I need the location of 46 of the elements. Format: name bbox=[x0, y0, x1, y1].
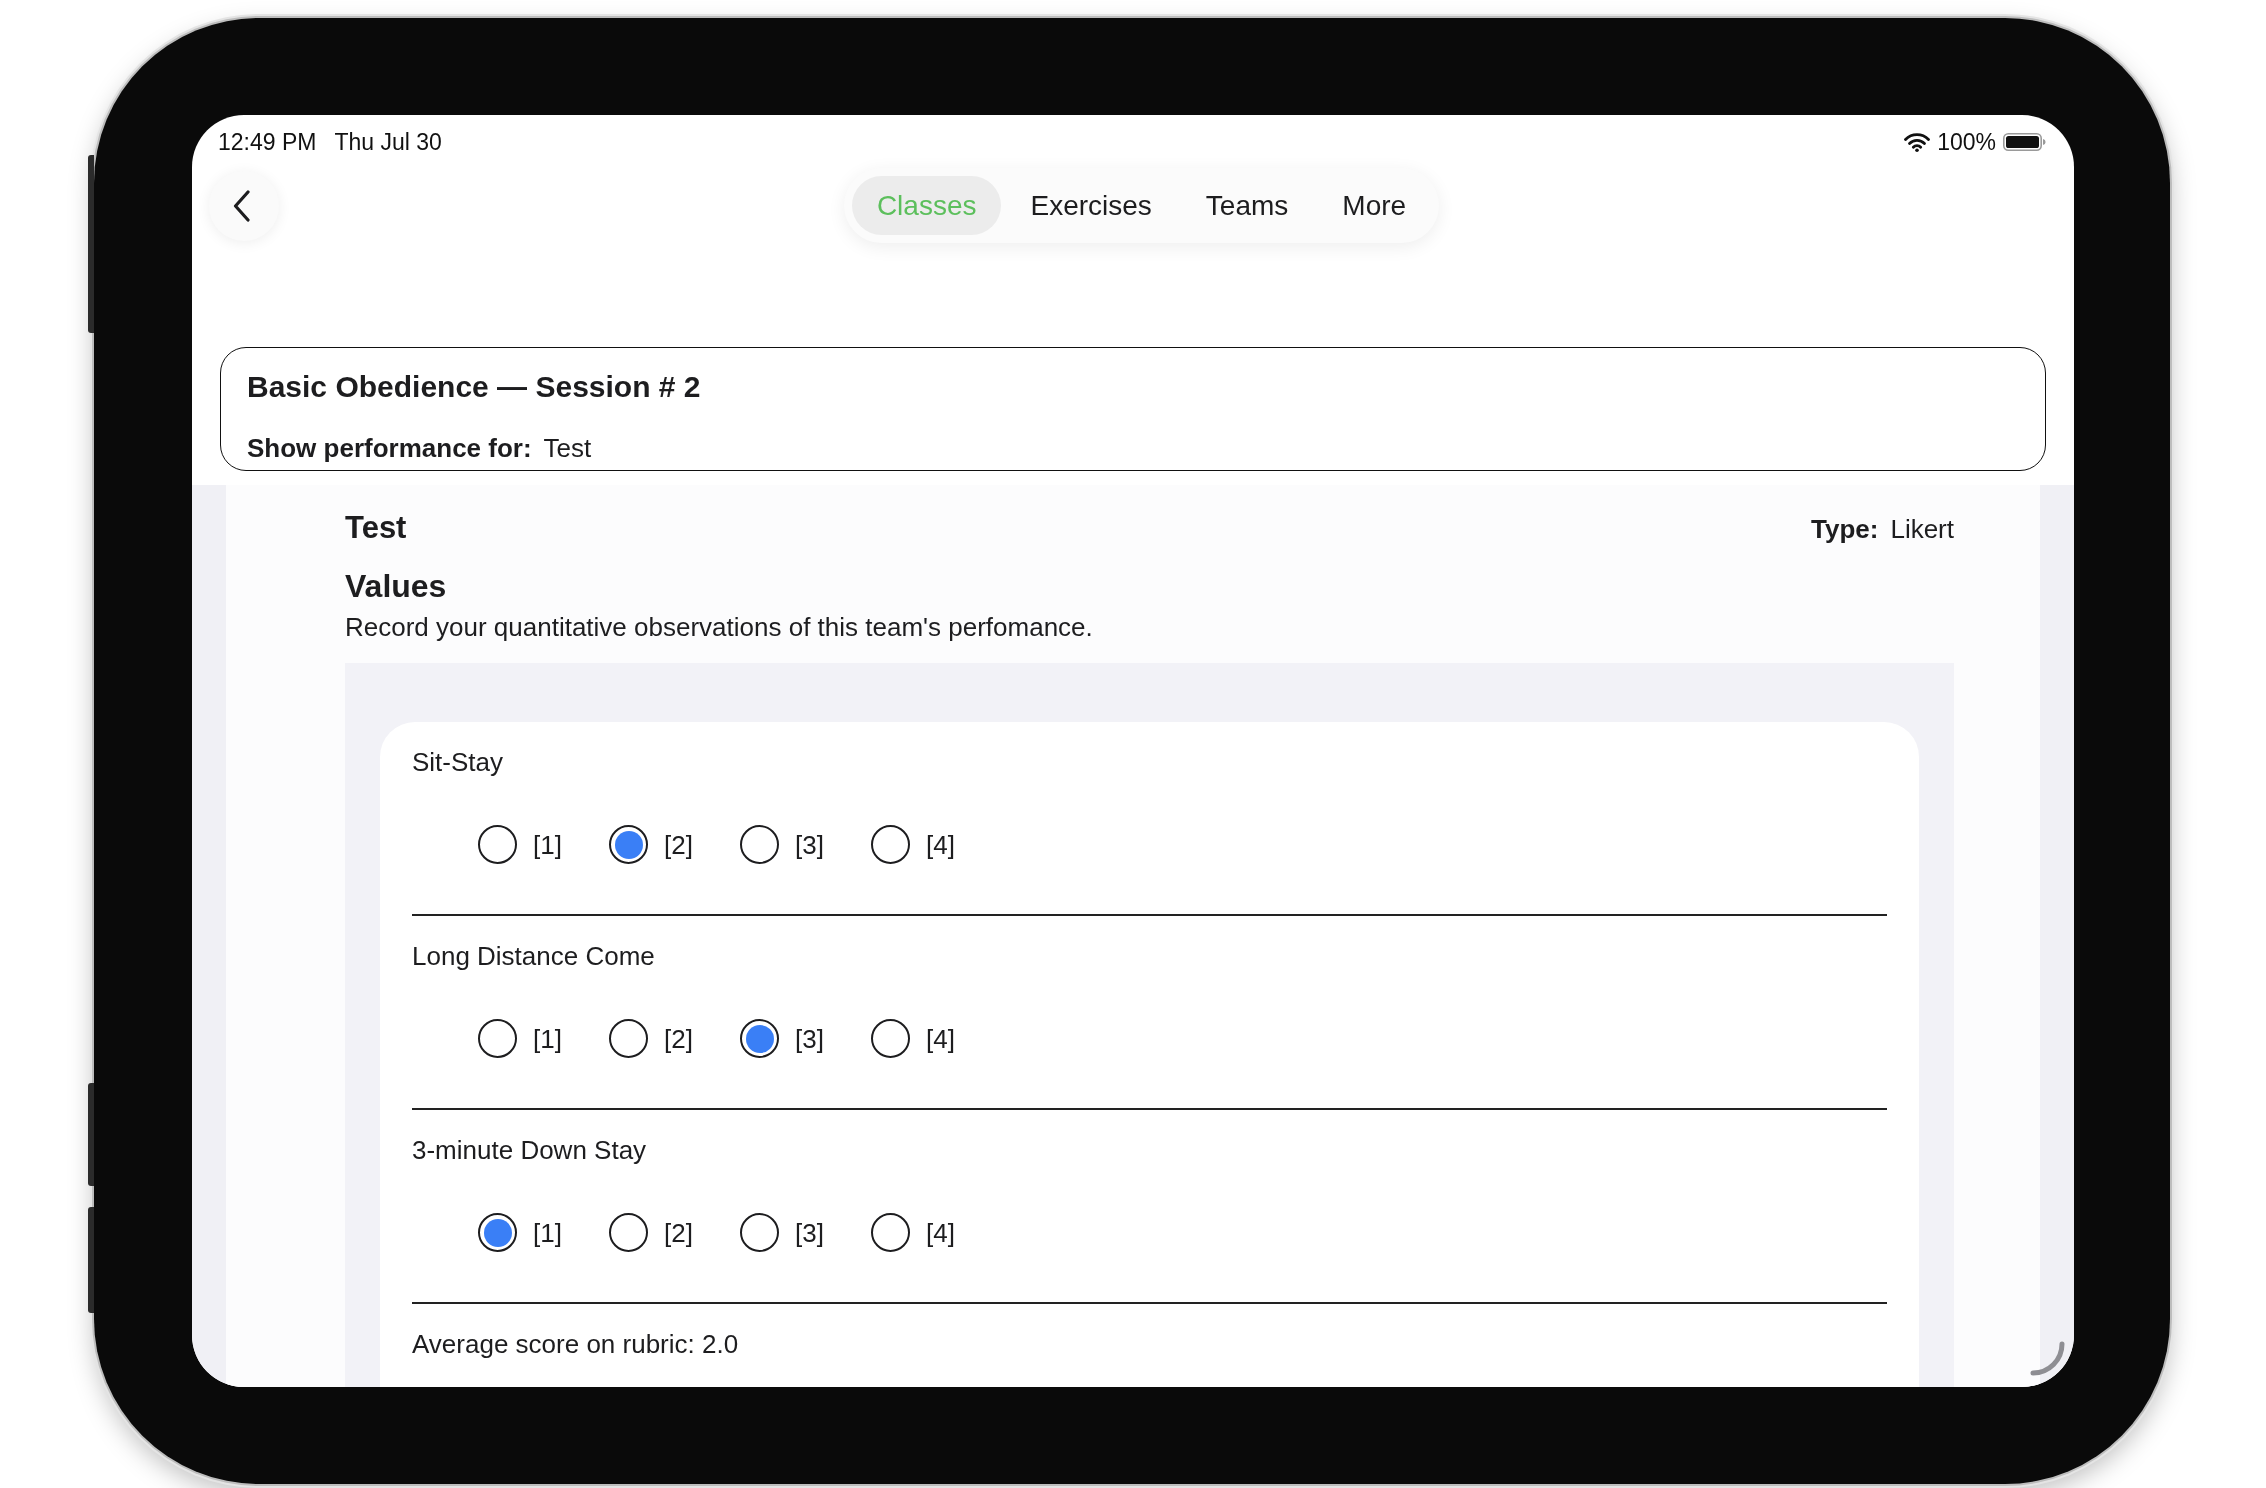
status-date: Thu Jul 30 bbox=[334, 129, 442, 155]
radio-button[interactable] bbox=[740, 1019, 779, 1058]
radio-button[interactable] bbox=[740, 1213, 779, 1252]
section-description: Record your quantitative observations of this team's perfomance. bbox=[345, 611, 1094, 643]
session-title: Basic Obedience — Session # 2 bbox=[247, 369, 702, 405]
type-value: Likert bbox=[1890, 513, 1954, 545]
criterion-label: 3-minute Down Stay bbox=[412, 1134, 648, 1166]
radio-button[interactable] bbox=[609, 1019, 648, 1058]
option-label[interactable]: [4] bbox=[926, 1022, 955, 1055]
option-label[interactable]: [3] bbox=[795, 828, 824, 861]
option-label[interactable]: [1] bbox=[533, 1022, 562, 1055]
option-label[interactable]: [1] bbox=[533, 1216, 562, 1249]
tab[interactable]: Exercises bbox=[1005, 176, 1177, 235]
wifi-icon bbox=[1904, 132, 1931, 152]
option-label[interactable]: [2] bbox=[664, 1022, 693, 1055]
option-label[interactable]: [4] bbox=[926, 1216, 955, 1249]
radio-button[interactable] bbox=[871, 825, 910, 864]
assessment-name: Test bbox=[345, 510, 407, 546]
battery-percent: 100% bbox=[1937, 129, 1996, 155]
radio-button[interactable] bbox=[871, 1019, 910, 1058]
option-label[interactable]: [3] bbox=[795, 1216, 824, 1249]
tab[interactable]: Teams bbox=[1180, 176, 1314, 235]
criterion-label: Long Distance Come bbox=[412, 940, 656, 972]
criterion-label: Sit-Stay bbox=[412, 746, 505, 778]
average-score: Average score on rubric: 2.0 bbox=[412, 1328, 740, 1360]
filter-value[interactable]: Test bbox=[543, 432, 592, 464]
status-time: 12:49 PM bbox=[218, 129, 317, 155]
radio-button[interactable] bbox=[609, 825, 648, 864]
scroll-indicator bbox=[2030, 1341, 2066, 1377]
type-label: Type: bbox=[1811, 513, 1879, 545]
radio-button[interactable] bbox=[740, 825, 779, 864]
option-label[interactable]: [4] bbox=[926, 828, 955, 861]
option-label[interactable]: [2] bbox=[664, 828, 693, 861]
option-label[interactable]: [2] bbox=[664, 1216, 693, 1249]
radio-button[interactable] bbox=[871, 1213, 910, 1252]
radio-button[interactable] bbox=[609, 1213, 648, 1252]
section-title: Values bbox=[345, 567, 448, 605]
option-label[interactable]: [3] bbox=[795, 1022, 824, 1055]
battery-icon bbox=[2003, 133, 2046, 151]
filter-label: Show performance for: bbox=[247, 432, 532, 464]
radio-button[interactable] bbox=[478, 825, 517, 864]
option-label[interactable]: [1] bbox=[533, 828, 562, 861]
tab[interactable]: More bbox=[1317, 176, 1432, 235]
radio-button[interactable] bbox=[478, 1019, 517, 1058]
radio-button[interactable] bbox=[478, 1213, 517, 1252]
chevron-left-icon bbox=[232, 189, 250, 222]
